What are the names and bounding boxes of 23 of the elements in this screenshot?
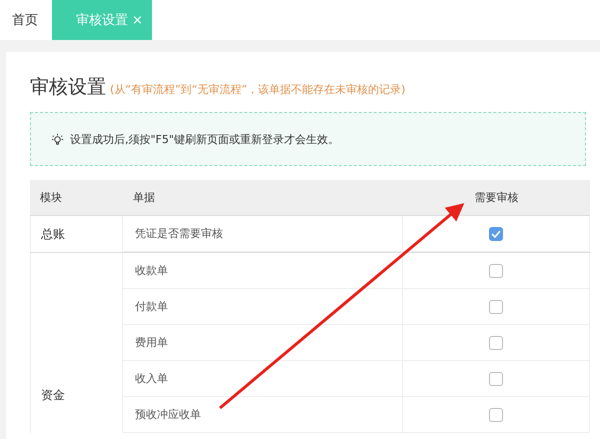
close-icon[interactable]: ×: [132, 12, 143, 28]
tab[interactable]: 审核设置 ×: [52, 0, 152, 40]
table-cell: 费用单: [135, 335, 168, 350]
table-cell: 凭证是否需要审核: [135, 226, 223, 241]
checkbox[interactable]: [489, 226, 503, 240]
checkbox[interactable]: [489, 336, 503, 350]
tip-text: 设置成功后,须按"F5"键刷新页面或重新登录才会生效。: [70, 132, 339, 146]
table-cell: 预收冲应收单: [135, 407, 201, 422]
column-header: 需要审核: [474, 190, 520, 205]
column-header: 单据: [132, 190, 156, 205]
column-header: 模块: [39, 190, 63, 205]
checkbox[interactable]: [489, 408, 503, 422]
module-cell: 总账: [41, 226, 65, 242]
checkbox[interactable]: [489, 264, 503, 278]
checkbox[interactable]: [489, 300, 503, 314]
page-title: 审核设置: [30, 75, 106, 100]
table-cell: 付款单: [135, 299, 168, 314]
table-cell: 收入单: [135, 371, 168, 386]
subtitle-note: (从“有审流程”到“无审流程”，该单据不能存在未审核的记录): [110, 82, 406, 97]
lightbulb-icon: [51, 132, 64, 146]
checkbox[interactable]: [489, 372, 503, 386]
table-cell: 收款单: [135, 263, 168, 278]
module-cell: 资金: [41, 387, 65, 404]
